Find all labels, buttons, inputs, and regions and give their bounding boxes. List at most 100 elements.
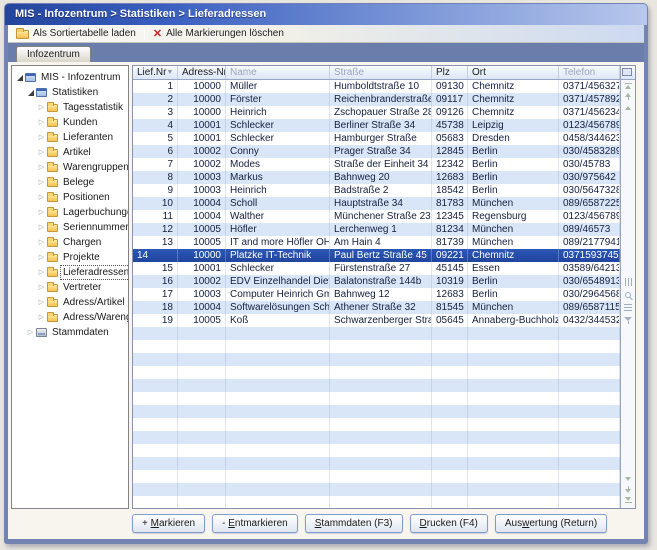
- action-button-drucken-f4[interactable]: Drucken (F4): [410, 514, 488, 533]
- table-cell: 030/29645687: [559, 288, 620, 301]
- tree-item-lieferadressen[interactable]: ▷Lieferadressen: [12, 265, 128, 280]
- column-header-adress-nr-[interactable]: Adress-Nr.: [178, 66, 226, 79]
- column-header-telefon[interactable]: Telefon: [559, 66, 620, 79]
- rows-icon[interactable]: [624, 304, 632, 311]
- tree-expanded-icon[interactable]: [15, 75, 24, 81]
- action-button-auswertung-return[interactable]: Auswertung (Return): [495, 514, 607, 533]
- table-empty-row[interactable]: [133, 353, 620, 366]
- tree-collapsed-icon[interactable]: ▷: [37, 209, 46, 216]
- tree-item-vertreter[interactable]: ▷Vertreter: [12, 280, 128, 295]
- tree-item-warengruppen[interactable]: ▷Warengruppen: [12, 160, 128, 175]
- table-empty-row[interactable]: [133, 418, 620, 431]
- tree-collapsed-icon[interactable]: ▷: [37, 314, 46, 321]
- table-empty-row[interactable]: [133, 392, 620, 405]
- tree-item-mis-infozentrum[interactable]: MIS - Infozentrum: [12, 70, 128, 85]
- tree-collapsed-icon[interactable]: ▷: [37, 194, 46, 201]
- table-row[interactable]: 110000MüllerHumboldtstraße 1009130Chemni…: [133, 80, 620, 93]
- page-up-button[interactable]: [621, 91, 635, 102]
- tree-item-lagerbuchungen[interactable]: ▷Lagerbuchungen: [12, 205, 128, 220]
- tree-item-adress-warengruppen[interactable]: ▷Adress/Warengruppen: [12, 310, 128, 325]
- tree-collapsed-icon[interactable]: ▷: [37, 179, 46, 186]
- tree-collapsed-icon[interactable]: ▷: [37, 239, 46, 246]
- tree-item-statistiken[interactable]: Statistiken: [12, 85, 128, 100]
- tree-collapsed-icon[interactable]: ▷: [37, 119, 46, 126]
- tree-collapsed-icon[interactable]: ▷: [37, 104, 46, 111]
- table-row[interactable]: 510001SchleckerHamburger Straße05683Dres…: [133, 132, 620, 145]
- table-empty-row[interactable]: [133, 496, 620, 508]
- table-row[interactable]: 610002ConnyPrager Straße 3412845Berlin03…: [133, 145, 620, 158]
- column-header-name[interactable]: Name: [226, 66, 330, 79]
- tree-item-tagesstatistik[interactable]: ▷Tagesstatistik: [12, 100, 128, 115]
- line-down-button[interactable]: [621, 473, 635, 484]
- column-header-plz[interactable]: Plz: [432, 66, 468, 79]
- table-cell: 089/6587115: [559, 301, 620, 314]
- table-row[interactable]: 910003HeinrichBadstraße 218542Berlin030/…: [133, 184, 620, 197]
- table-row[interactable]: 1710003Computer Heinrich GmbHBahnweg 121…: [133, 288, 620, 301]
- table-empty-row[interactable]: [133, 444, 620, 457]
- table-row[interactable]: 1610002EDV Einzelhandel Dietsch GmbBalat…: [133, 275, 620, 288]
- scroll-top-button[interactable]: [621, 80, 635, 91]
- table-row[interactable]: 1510001SchleckerFürstenstraße 2745145Ess…: [133, 262, 620, 275]
- folder-icon: [47, 134, 58, 142]
- load-sort-table-button[interactable]: Als Sortiertabelle laden: [8, 25, 144, 42]
- table-empty-row[interactable]: [133, 470, 620, 483]
- action-button-entmarkieren[interactable]: - Entmarkieren: [212, 514, 298, 533]
- table-empty-row[interactable]: [133, 340, 620, 353]
- table-row[interactable]: 1310005IT and more Höfler OHGAm Hain 481…: [133, 236, 620, 249]
- tree-item-artikel[interactable]: ▷Artikel: [12, 145, 128, 160]
- table-row[interactable]: 810003MarkusBahnweg 2012683Berlin030/975…: [133, 171, 620, 184]
- table-empty-row[interactable]: [133, 483, 620, 496]
- table-row[interactable]: 1910005KoßSchwarzenberger Straße05645Ann…: [133, 314, 620, 327]
- table-row[interactable]: 1810004Softwarelösungen Scholl GmbAthene…: [133, 301, 620, 314]
- column-header-lief-nr[interactable]: Lief.Nr▼: [133, 66, 178, 79]
- tree-item-stammdaten[interactable]: ▷Stammdaten: [12, 325, 128, 340]
- tree-collapsed-icon[interactable]: ▷: [37, 134, 46, 141]
- table-row[interactable]: 210000FörsterReichenbranderstraße 309117…: [133, 93, 620, 106]
- column-header-ort[interactable]: Ort: [468, 66, 559, 79]
- action-button-stammdaten-f3[interactable]: Stammdaten (F3): [305, 514, 403, 533]
- tree-collapsed-icon[interactable]: ▷: [37, 284, 46, 291]
- table-empty-row[interactable]: [133, 431, 620, 444]
- action-button-markieren[interactable]: + Markieren: [132, 514, 205, 533]
- scroll-bottom-button[interactable]: [621, 495, 635, 506]
- tree-item-chargen[interactable]: ▷Chargen: [12, 235, 128, 250]
- table-cell: [432, 457, 468, 470]
- tree-item-positionen[interactable]: ▷Positionen: [12, 190, 128, 205]
- table-row[interactable]: 1210005HöflerLerchenweg 181234München089…: [133, 223, 620, 236]
- page-down-button[interactable]: [621, 484, 635, 495]
- tree-collapsed-icon[interactable]: ▷: [37, 224, 46, 231]
- tree-item-belege[interactable]: ▷Belege: [12, 175, 128, 190]
- tree-collapsed-icon[interactable]: ▷: [37, 254, 46, 261]
- tree-collapsed-icon[interactable]: ▷: [37, 149, 46, 156]
- tree-collapsed-icon[interactable]: ▷: [26, 329, 35, 336]
- clear-marks-button[interactable]: ✕ Alle Markierungen löschen: [145, 25, 292, 42]
- search-icon[interactable]: [625, 292, 631, 298]
- tree-item-adress-artikel[interactable]: ▷Adress/Artikel: [12, 295, 128, 310]
- table-row[interactable]: 1410000Platzke IT-TechnikPaul Bertz Stra…: [133, 249, 620, 262]
- filter-icon[interactable]: [624, 317, 632, 324]
- tree-item-seriennummern[interactable]: ▷Seriennummern: [12, 220, 128, 235]
- table-empty-row[interactable]: [133, 366, 620, 379]
- line-up-button[interactable]: [621, 102, 635, 113]
- table-empty-row[interactable]: [133, 405, 620, 418]
- tree-expanded-icon[interactable]: [26, 90, 35, 96]
- table-empty-row[interactable]: [133, 379, 620, 392]
- tree-item-lieferanten[interactable]: ▷Lieferanten: [12, 130, 128, 145]
- column-options-button[interactable]: [621, 66, 635, 80]
- table-row[interactable]: 1010004SchollHauptstraße 3481783München0…: [133, 197, 620, 210]
- tree-item-projekte[interactable]: ▷Projekte: [12, 250, 128, 265]
- table-empty-row[interactable]: [133, 457, 620, 470]
- tree-collapsed-icon[interactable]: ▷: [37, 299, 46, 306]
- column-header-stra-e[interactable]: Straße: [330, 66, 432, 79]
- table-cell: [133, 431, 178, 444]
- table-empty-row[interactable]: [133, 327, 620, 340]
- tree-item-kunden[interactable]: ▷Kunden: [12, 115, 128, 130]
- tree-collapsed-icon[interactable]: ▷: [37, 164, 46, 171]
- table-row[interactable]: 1110004WaltherMünchener Straße 2312345Re…: [133, 210, 620, 223]
- tree-collapsed-icon[interactable]: ▷: [37, 269, 46, 276]
- table-row[interactable]: 710002ModesStraße der Einheit 3412342Ber…: [133, 158, 620, 171]
- table-row[interactable]: 410001SchleckerBerliner Straße 3445738Le…: [133, 119, 620, 132]
- columns-icon[interactable]: [625, 278, 632, 286]
- table-row[interactable]: 310000HeinrichZschopauer Straße 28009126…: [133, 106, 620, 119]
- tab-infozentrum[interactable]: Infozentrum: [16, 46, 91, 62]
